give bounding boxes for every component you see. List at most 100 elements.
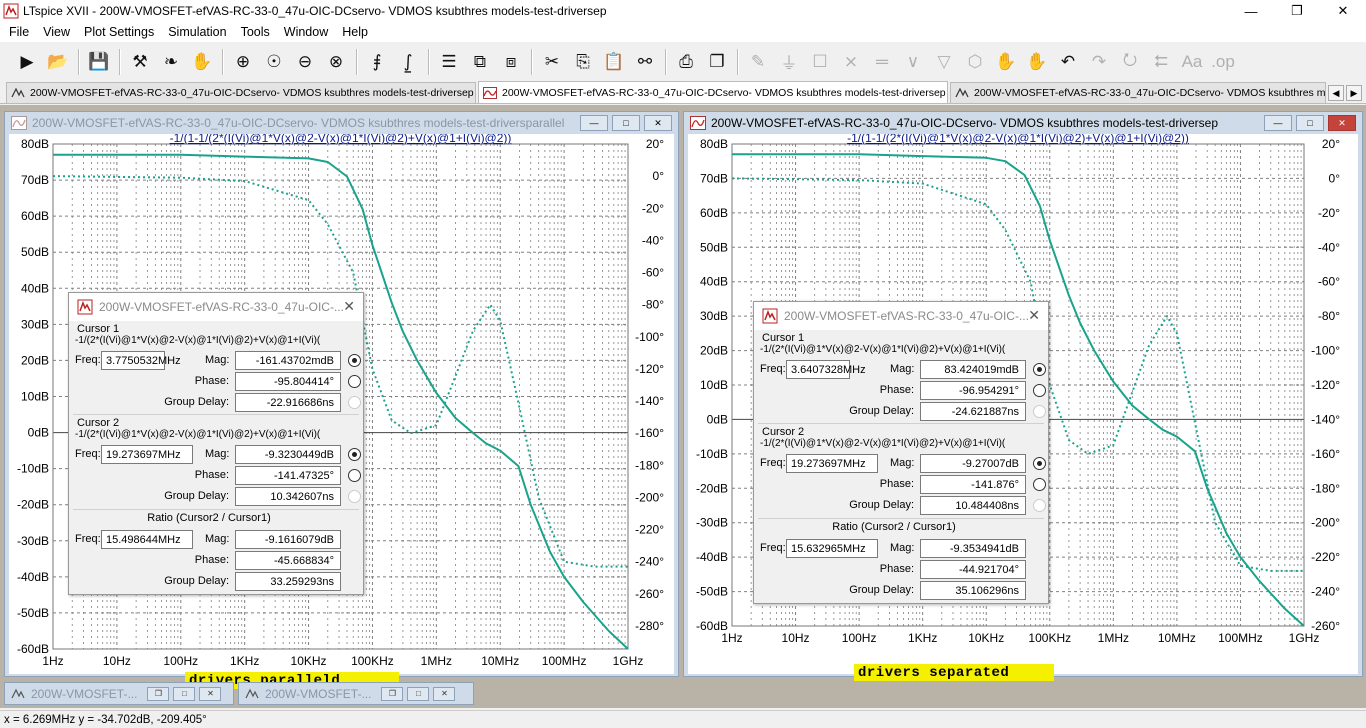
maximize-button[interactable]: □ [173,686,196,701]
tab-scroll: ◀ ▶ [1326,85,1362,101]
cursor-window-left[interactable]: 200W-VMOSFET-efVAS-RC-33-0_47u-OIC-... ✕… [68,292,364,595]
capacitor-icon[interactable]: ═ [869,49,895,75]
cursor1-mag-radio[interactable] [348,354,361,367]
close-button[interactable]: ✕ [199,686,222,701]
undo-icon[interactable]: ↶ [1055,49,1081,75]
cursor1-group-delay-radio[interactable] [1033,405,1046,418]
print-icon[interactable]: ⎙ [673,49,699,75]
group-delay-label: Group Delay: [164,575,229,587]
cursor2-phase-radio[interactable] [348,469,361,482]
cursor1-expression: -1/(2*(I(Vi)@1*V(x)@2-V(x)@1*I(Vi)@2)+V(… [75,335,321,346]
print-setup-icon[interactable]: ❐ [704,49,730,75]
cursor1-group-delay-radio[interactable] [348,396,361,409]
control-panel-icon[interactable]: ⚒ [127,49,153,75]
phase-label: Phase: [194,469,229,481]
cursor2-phase-radio[interactable] [1033,478,1046,491]
tab-scroll-left-button[interactable]: ◀ [1328,85,1344,101]
cursor2-mag-radio[interactable] [348,448,361,461]
autorange-icon[interactable]: ⨎ [364,49,390,75]
cursor1-freq-field[interactable]: 3.7750532MHz [101,351,181,370]
tab-schematic-2[interactable]: 200W-VMOSFET-efVAS-RC-33-0_47u-OIC-DCser… [950,82,1326,103]
close-button[interactable]: ✕ [433,686,456,701]
cursor-close-button[interactable]: ✕ [1028,307,1040,324]
y2-tick-label: -100° [1311,344,1340,358]
plot-minimize-button[interactable]: — [580,115,608,131]
cursor2-group-delay-radio[interactable] [1033,499,1046,512]
run-icon[interactable]: ▶ [14,49,40,75]
menu-simulation[interactable]: Simulation [161,25,233,39]
find-icon[interactable]: ⚯ [632,49,658,75]
menu-view[interactable]: View [36,25,77,39]
tab-scroll-right-button[interactable]: ▶ [1346,85,1362,101]
cursor1-phase-radio[interactable] [348,375,361,388]
zoom-fit-icon[interactable]: ☉ [261,49,287,75]
inductor-icon[interactable]: ∨ [900,49,926,75]
menu-plot-settings[interactable]: Plot Settings [77,25,161,39]
cursor2-freq-field[interactable]: 19.273697MHz [101,445,193,464]
component-icon[interactable]: ⬡ [962,49,988,75]
minimized-window-1[interactable]: 200W-VMOSFET-... ❐ □ ✕ [4,682,234,705]
label-net-icon[interactable]: ☐ [807,49,833,75]
ground-icon[interactable]: ⏚ [776,49,802,75]
minimized-window-2[interactable]: 200W-VMOSFET-... ❐ □ ✕ [238,682,474,705]
menu-window[interactable]: Window [277,25,335,39]
y-tick-label: -50dB [17,606,49,620]
tab-schematic-1[interactable]: 200W-VMOSFET-efVAS-RC-33-0_47u-OIC-DCser… [6,82,476,103]
y2-tick-label: -280° [635,619,664,633]
zoom-out-icon[interactable]: ⊖ [292,49,318,75]
close-button[interactable]: ✕ [1320,0,1366,22]
cut-icon[interactable]: ✂ [539,49,565,75]
cursor-close-button[interactable]: ✕ [343,298,355,315]
maximize-button[interactable]: □ [407,686,430,701]
spice-directive-icon[interactable]: .op [1210,49,1236,75]
y2-tick-label: -240° [635,555,664,569]
halt-icon[interactable]: ❧ [158,49,184,75]
cursor1-freq-field[interactable]: 3.6407328MHz [786,360,866,379]
text-icon[interactable]: Aa [1179,49,1205,75]
menu-help[interactable]: Help [335,25,375,39]
maximize-button[interactable]: ❐ [1274,0,1320,22]
window-titlebar[interactable]: LTspice XVII - 200W-VMOSFET-efVAS-RC-33-… [0,0,1366,22]
cursor-window-titlebar[interactable]: 200W-VMOSFET-efVAS-RC-33-0_47u-OIC-... ✕ [69,293,363,321]
diode-icon[interactable]: ▽ [931,49,957,75]
rotate-icon[interactable]: ⭮ [1117,49,1143,75]
plot-close-button[interactable]: ✕ [644,115,672,131]
tab-waveform[interactable]: 200W-VMOSFET-efVAS-RC-33-0_47u-OIC-DCser… [478,81,948,103]
restore-button[interactable]: ❐ [381,686,404,701]
cursor-window-right[interactable]: 200W-VMOSFET-efVAS-RC-33-0_47u-OIC-... ✕… [753,301,1049,604]
restore-button[interactable]: ❐ [147,686,170,701]
plot-maximize-button[interactable]: □ [612,115,640,131]
redo-icon[interactable]: ↷ [1086,49,1112,75]
cursor1-mag-radio[interactable] [1033,363,1046,376]
cursor-window-titlebar[interactable]: 200W-VMOSFET-efVAS-RC-33-0_47u-OIC-... ✕ [754,302,1048,330]
menu-file[interactable]: File [2,25,36,39]
waveform-icon [690,116,706,130]
resistor-icon[interactable]: ⨯ [838,49,864,75]
cursor2-group-delay-radio[interactable] [348,490,361,503]
draw-wire-icon[interactable]: ✎ [745,49,771,75]
plot-close-button[interactable]: ✕ [1328,115,1356,131]
menu-tools[interactable]: Tools [234,25,277,39]
save-icon[interactable]: 💾 [86,49,112,75]
paste-icon[interactable]: 📋 [601,49,627,75]
open-folder-icon[interactable]: 📂 [45,49,71,75]
cursor2-mag-radio[interactable] [1033,457,1046,470]
mdi-workspace: 200W-VMOSFET-efVAS-RC-33-0_47u-OIC-DCser… [0,105,1366,708]
zoom-cancel-icon[interactable]: ⊗ [323,49,349,75]
drag-icon[interactable]: ✋ [1024,49,1050,75]
move-icon[interactable]: ✋ [993,49,1019,75]
pan-hand-icon[interactable]: ✋ [189,49,215,75]
y-tick-label: 30dB [700,309,728,323]
cursor1-phase-radio[interactable] [1033,384,1046,397]
fft-icon[interactable]: ⨜ [395,49,421,75]
tile-vertical-icon[interactable]: ⧈ [498,49,524,75]
mirror-icon[interactable]: ⮄ [1148,49,1174,75]
cursor2-freq-field[interactable]: 19.273697MHz [786,454,878,473]
tile-horizontal-icon[interactable]: ☰ [436,49,462,75]
cascade-icon[interactable]: ⧉ [467,49,493,75]
minimize-button[interactable]: — [1228,0,1274,22]
zoom-in-icon[interactable]: ⊕ [230,49,256,75]
plot-maximize-button[interactable]: □ [1296,115,1324,131]
plot-minimize-button[interactable]: — [1264,115,1292,131]
copy-icon[interactable]: ⎘ [570,49,596,75]
